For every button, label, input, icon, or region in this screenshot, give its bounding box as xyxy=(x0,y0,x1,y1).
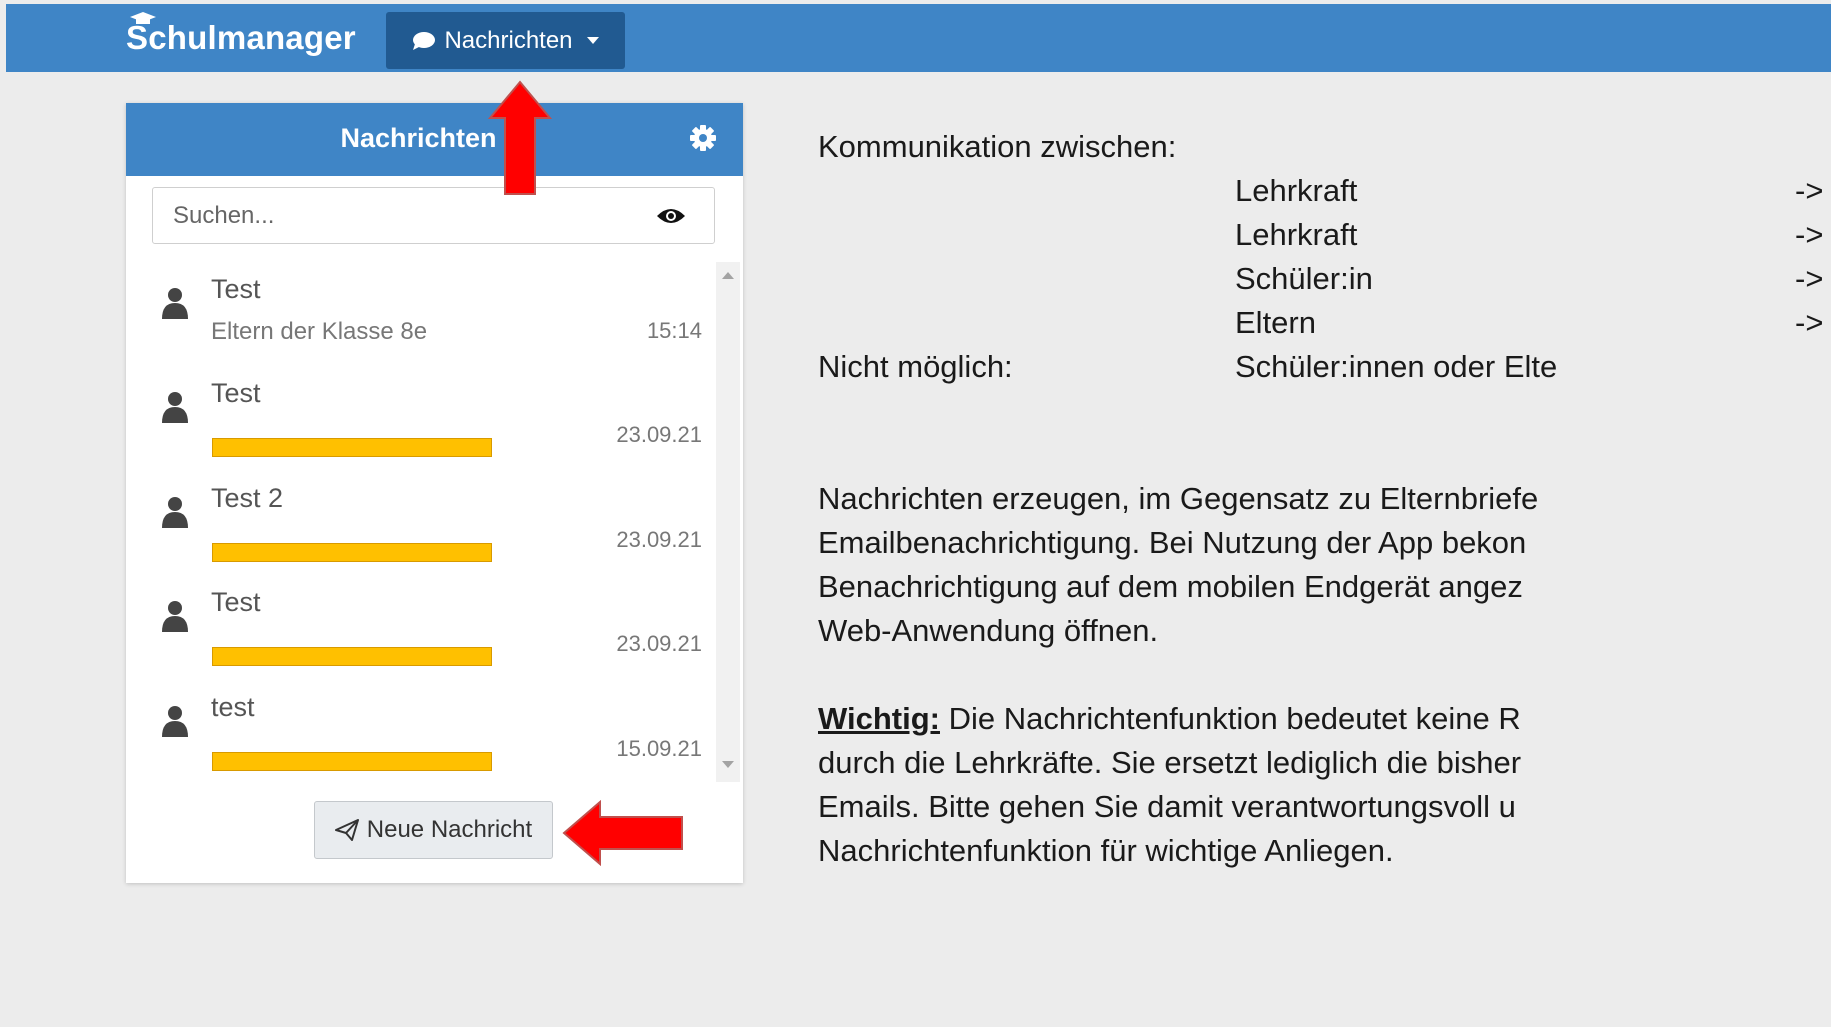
scroll-down-icon[interactable] xyxy=(722,761,734,768)
info-paragraph-line: Emails. Bitte gehen Sie damit verantwort… xyxy=(818,789,1516,824)
nachrichten-nav-label: Nachrichten xyxy=(444,26,573,54)
user-icon xyxy=(162,706,188,737)
wichtig-line: Wichtig: Die Nachrichtenfunktion bedeute… xyxy=(818,701,1521,737)
user-icon xyxy=(162,601,188,632)
nicht-moeglich-value: Schüler:innen oder Elte xyxy=(1235,349,1558,384)
new-message-button[interactable]: Neue Nachricht xyxy=(314,801,553,859)
paper-plane-icon xyxy=(334,819,359,841)
top-navbar: Schulmanager Nachrichten xyxy=(6,4,1831,72)
message-time: 23.09.21 xyxy=(616,422,702,447)
user-icon xyxy=(162,288,188,319)
messages-panel: Nachrichten Suchen... Test Eltern der Kl… xyxy=(126,103,743,883)
message-recipient: Eltern der Klasse 8e xyxy=(211,318,428,345)
up-arrow-annotation xyxy=(488,80,552,195)
wichtig-label: Wichtig: xyxy=(818,701,940,736)
nicht-moeglich-label: Nicht möglich: xyxy=(818,349,1013,384)
komm-label: Kommunikation zwischen: xyxy=(818,129,1177,164)
message-time: 23.09.21 xyxy=(616,527,702,552)
komm-row-arrow: -> xyxy=(1795,173,1824,208)
redaction-bar xyxy=(212,543,492,562)
eye-icon[interactable] xyxy=(656,206,686,226)
canvas: Schulmanager Nachrichten Nachrichten Suc… xyxy=(0,0,1831,1027)
info-paragraph-line: durch die Lehrkräfte. Sie ersetzt ledigl… xyxy=(818,745,1522,780)
new-message-label: Neue Nachricht xyxy=(366,816,533,843)
message-title: Test xyxy=(211,587,261,617)
message-time: 23.09.21 xyxy=(616,631,702,656)
message-item[interactable]: Test ~~~~ ~~~~~ ~~~~~~~~~~ 23.09.21 xyxy=(126,364,724,468)
app-logo[interactable]: Schulmanager xyxy=(126,10,356,66)
komm-row-from: Lehrkraft xyxy=(1235,173,1358,208)
info-paragraph-line: Emailbenachrichtigung. Bei Nutzung der A… xyxy=(818,525,1527,560)
search-box xyxy=(152,187,715,244)
message-item[interactable]: Test Eltern der Klasse 8e 15:14 xyxy=(126,260,724,364)
message-item[interactable]: Test ~~~~ ~~~~~ ~~~~~~~~~~ 23.09.21 xyxy=(126,573,724,677)
info-paragraph-line: Web-Anwendung öffnen. xyxy=(818,613,1159,648)
search-input[interactable] xyxy=(153,188,653,243)
user-icon xyxy=(162,497,188,528)
komm-row-from: Lehrkraft xyxy=(1235,217,1358,252)
speech-bubble-icon xyxy=(413,31,436,50)
komm-row-arrow: -> xyxy=(1795,305,1824,340)
message-time: 15.09.21 xyxy=(616,736,702,761)
scroll-up-icon[interactable] xyxy=(722,272,734,279)
app-logo-text: Schulmanager xyxy=(126,19,356,56)
komm-row-from: Eltern xyxy=(1235,305,1316,340)
panel-title: Nachrichten xyxy=(340,123,497,153)
info-paragraph-line: Nachrichten erzeugen, im Gegensatz zu El… xyxy=(818,481,1539,516)
panel-header: Nachrichten xyxy=(126,103,743,176)
redaction-bar xyxy=(212,438,492,457)
message-title: Test 2 xyxy=(211,483,284,513)
komm-row-arrow: -> xyxy=(1795,261,1824,296)
komm-row-from: Schüler:in xyxy=(1235,261,1373,296)
redaction-bar xyxy=(212,647,492,666)
wichtig-text: Die Nachrichtenfunktion bedeutet keine R xyxy=(939,701,1521,736)
graduation-cap-icon xyxy=(130,12,156,24)
message-item[interactable]: test ~~~~ ~~~~~ ~~~~~~~~~~ 15.09.21 xyxy=(126,678,724,782)
chevron-down-icon xyxy=(586,37,599,44)
left-arrow-annotation xyxy=(562,800,683,866)
komm-row-arrow: -> xyxy=(1795,217,1824,252)
message-time: 15:14 xyxy=(646,318,702,343)
message-title: Test xyxy=(211,274,261,304)
gear-icon[interactable] xyxy=(689,124,717,152)
message-list: Test Eltern der Klasse 8e 15:14 Test ~~~… xyxy=(126,260,724,790)
info-paragraph-line: Benachrichtigung auf dem mobilen Endgerä… xyxy=(818,569,1523,604)
message-title: Test xyxy=(211,378,261,408)
info-paragraph-line: Nachrichtenfunktion für wichtige Anliege… xyxy=(818,833,1394,868)
message-item[interactable]: Test 2 ~~~~ ~~~~~ ~~~~~~~~~~ 23.09.21 xyxy=(126,469,724,573)
message-list-scrollbar[interactable] xyxy=(716,262,740,782)
user-icon xyxy=(162,392,188,423)
nachrichten-nav-button[interactable]: Nachrichten xyxy=(386,12,625,69)
redaction-bar xyxy=(212,752,492,771)
message-title: test xyxy=(211,692,255,722)
